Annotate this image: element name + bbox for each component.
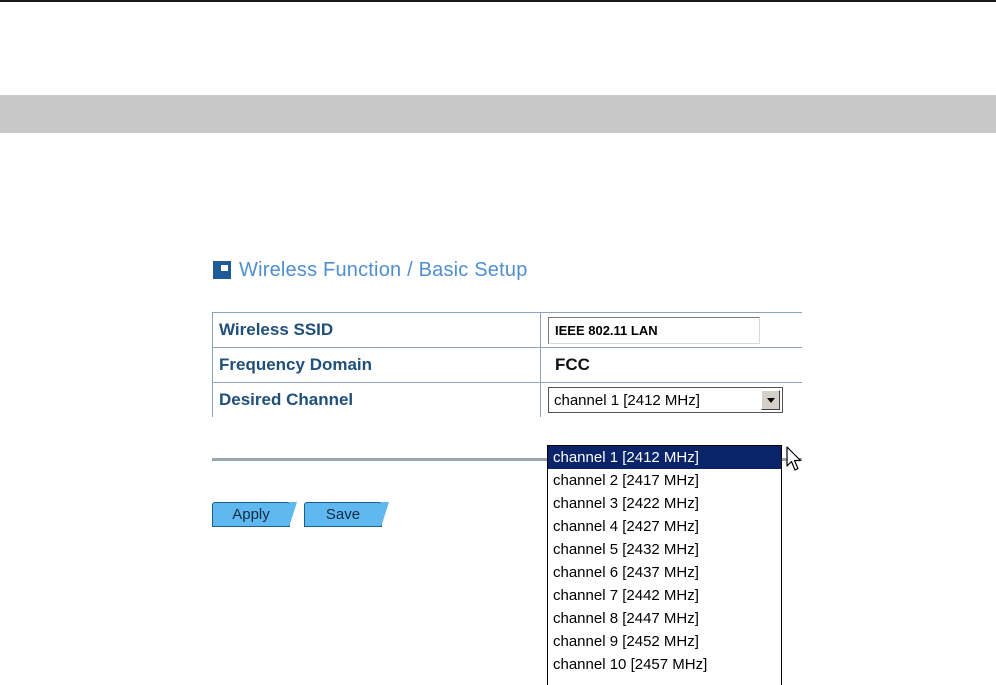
page-heading: Wireless Function / Basic Setup [213, 257, 528, 283]
channel-option[interactable]: channel 5 [2432 MHz] [548, 538, 781, 561]
save-button[interactable]: Save [304, 502, 389, 527]
chevron-down-icon[interactable] [761, 390, 780, 410]
ssid-input[interactable] [548, 316, 760, 344]
page-icon [213, 261, 231, 279]
channel-option[interactable]: channel 4 [2427 MHz] [548, 515, 781, 538]
frequency-value: FCC [555, 355, 590, 374]
channel-option[interactable]: channel 3 [2422 MHz] [548, 492, 781, 515]
mouse-cursor-icon [786, 446, 802, 471]
channel-option[interactable]: channel 9 [2452 MHz] [548, 630, 781, 653]
apply-button[interactable]: Apply [212, 502, 297, 527]
frequency-cell: FCC [541, 348, 802, 382]
header-band [0, 95, 996, 133]
channel-option[interactable]: channel 6 [2437 MHz] [548, 561, 781, 584]
ssid-label: Wireless SSID [212, 313, 541, 347]
channel-label: Desired Channel [212, 383, 541, 417]
ssid-cell [541, 313, 802, 347]
frequency-label: Frequency Domain [212, 348, 541, 382]
channel-cell: channel 1 [2412 MHz] [541, 383, 802, 417]
frequency-row: Frequency Domain FCC [212, 348, 802, 383]
channel-dropdown-list[interactable]: channel 1 [2412 MHz] channel 2 [2417 MHz… [547, 445, 782, 685]
top-divider [0, 0, 996, 2]
channel-option[interactable]: channel 10 [2457 MHz] [548, 653, 781, 676]
action-buttons: Apply Save [212, 502, 389, 527]
page-title: Wireless Function / Basic Setup [239, 258, 528, 281]
channel-row: Desired Channel channel 1 [2412 MHz] [212, 383, 802, 417]
ssid-row: Wireless SSID [212, 313, 802, 348]
channel-option[interactable]: channel 1 [2412 MHz] [548, 446, 781, 469]
channel-select-value: channel 1 [2412 MHz] [554, 391, 700, 409]
channel-select[interactable]: channel 1 [2412 MHz] [548, 387, 783, 413]
channel-option[interactable]: channel 7 [2442 MHz] [548, 584, 781, 607]
channel-option[interactable]: channel 8 [2447 MHz] [548, 607, 781, 630]
settings-table: Wireless SSID Frequency Domain FCC Desir… [212, 312, 802, 417]
channel-option[interactable]: channel 2 [2417 MHz] [548, 469, 781, 492]
